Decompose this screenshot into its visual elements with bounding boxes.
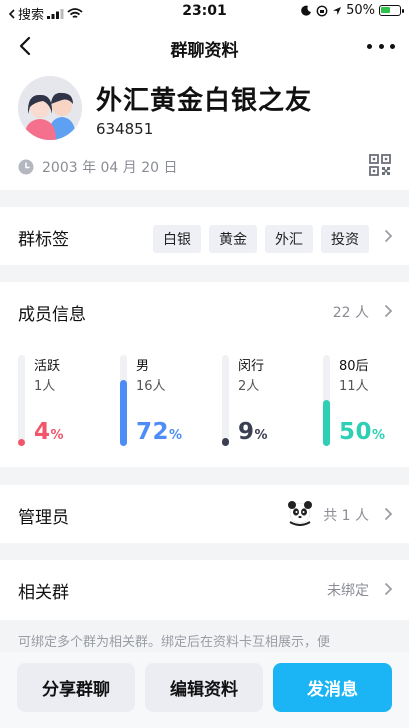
tag[interactable]: 外汇 [265, 225, 313, 253]
chevron-right-icon [384, 229, 393, 243]
group-profile-header: 外汇黄金白银之友 634851 2003 年 04 月 20 日 [0, 70, 409, 190]
panda-avatar-icon [288, 501, 312, 526]
member-stat[interactable]: 80后 11人 50% [323, 355, 409, 455]
status-right: 50% [301, 3, 404, 18]
bottom-action-bar: 分享群聊 编辑资料 发消息 [0, 652, 409, 728]
group-id: 634851 [96, 120, 154, 138]
related-groups-description: 可绑定多个群为相关群。绑定后在资料卡互相展示，便 [18, 635, 331, 650]
rotation-lock-icon [316, 5, 328, 16]
share-group-button[interactable]: 分享群聊 [17, 663, 135, 712]
moon-icon [301, 5, 312, 16]
member-stat[interactable]: 闵行 2人 9% [222, 355, 312, 455]
more-icon[interactable] [367, 34, 395, 58]
admin-row[interactable]: 管理员 共 1 人 [0, 485, 409, 543]
stat-label: 男 [136, 359, 150, 374]
tag[interactable]: 白银 [153, 225, 201, 253]
chevron-right-icon [384, 507, 393, 521]
stat-label: 80后 [339, 359, 369, 374]
created-date: 2003 年 04 月 20 日 [42, 160, 178, 176]
member-count[interactable]: 22 人 [333, 302, 369, 322]
stat-bar-fill [323, 400, 330, 446]
battery-icon [379, 5, 404, 16]
stat-count: 2人 [238, 379, 260, 394]
chevron-right-icon [384, 304, 393, 318]
stat-label: 活跃 [34, 359, 61, 374]
chevron-right-icon [384, 582, 393, 596]
member-info-label: 成员信息 [18, 305, 86, 325]
admin-count: 共 1 人 [323, 508, 369, 524]
member-info-section: 成员信息 22 人 活跃 1人 4% 男 16人 72% 闵行 2人 9% 80… [0, 282, 409, 467]
stat-percent: 4% [34, 419, 65, 445]
admin-avatar [286, 498, 314, 526]
battery-percent: 50% [346, 3, 375, 18]
stat-bar-track [18, 355, 25, 446]
stat-count: 11人 [339, 379, 369, 394]
nav-bar: 群聊资料 [0, 24, 409, 70]
stat-bar-track [323, 355, 330, 446]
related-groups-row[interactable]: 相关群 未绑定 [0, 560, 409, 620]
created-date-row: 2003 年 04 月 20 日 [18, 157, 178, 177]
tag-list: 白银 黄金 外汇 投资 [153, 225, 369, 253]
edit-profile-button[interactable]: 编辑资料 [145, 663, 263, 712]
member-stat[interactable]: 活跃 1人 4% [18, 355, 108, 455]
group-avatar[interactable] [18, 76, 82, 140]
tag[interactable]: 黄金 [209, 225, 257, 253]
stat-bar-track [222, 355, 229, 446]
group-tags-label: 群标签 [18, 230, 69, 250]
qr-code-icon[interactable] [369, 154, 391, 176]
stat-bar-fill [120, 380, 127, 446]
admin-label: 管理员 [18, 508, 69, 528]
location-icon [333, 6, 342, 15]
stat-bar-track [120, 355, 127, 446]
tag[interactable]: 投资 [321, 225, 369, 253]
group-name: 外汇黄金白银之友 [96, 86, 313, 116]
clock-icon [18, 159, 34, 175]
stat-count: 16人 [136, 379, 166, 394]
stat-bar-fill [222, 438, 229, 446]
stat-count: 1人 [34, 379, 56, 394]
group-tags-row[interactable]: 群标签 白银 黄金 外汇 投资 [0, 207, 409, 265]
send-message-button[interactable]: 发消息 [273, 663, 392, 712]
status-bar: 搜索 23:01 50% [0, 0, 409, 24]
stat-bar-fill [18, 439, 25, 446]
page-title: 群聊资料 [170, 41, 239, 61]
stat-label: 闵行 [238, 359, 265, 374]
stat-percent: 72% [136, 419, 183, 445]
group-avatar-icon [18, 76, 82, 140]
stat-percent: 9% [238, 419, 269, 445]
related-groups-status: 未绑定 [327, 583, 369, 599]
member-stat[interactable]: 男 16人 72% [120, 355, 210, 455]
related-groups-label: 相关群 [18, 583, 69, 603]
stat-percent: 50% [339, 419, 386, 445]
